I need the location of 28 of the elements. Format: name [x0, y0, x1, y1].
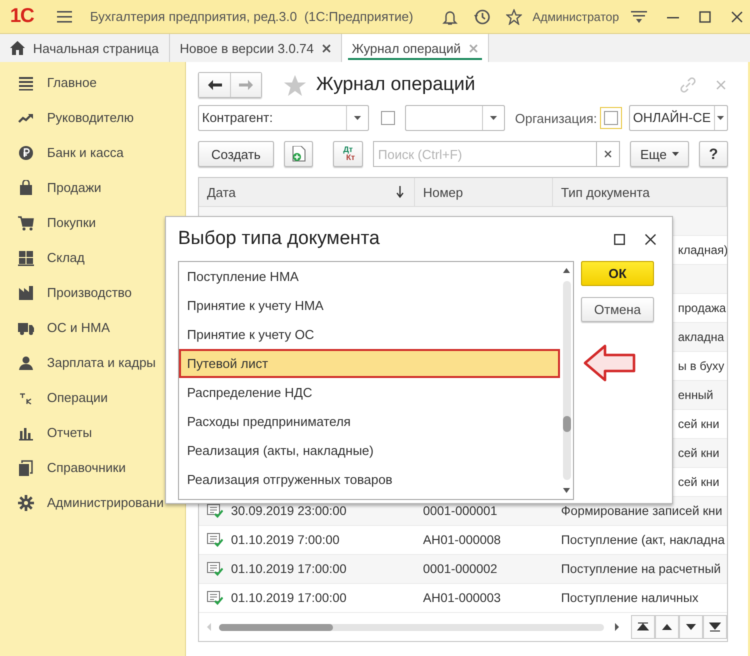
- table-cell: 0001-000002: [423, 562, 498, 576]
- table-cell: сей кни: [678, 475, 720, 489]
- organization-label: Организация:: [515, 110, 598, 126]
- table-cell: акладна: [678, 330, 724, 344]
- table-cell: Поступление наличных: [561, 591, 698, 605]
- table-cell: 01.10.2019 17:00:00: [231, 562, 347, 576]
- table-cell: сей кни: [678, 446, 720, 460]
- table-cell: 30.09.2019 23:00:00: [231, 504, 347, 518]
- table-cell: кладная): [678, 243, 728, 257]
- table-cell: АН01-000008: [423, 533, 501, 547]
- form-title: Журнал операций: [316, 74, 476, 96]
- table-cell: Формирование записей кни: [561, 504, 722, 518]
- tab-label: Начальная страница: [33, 40, 159, 56]
- table-cell: Поступление (акт, накладна: [561, 533, 725, 547]
- table-cell: Поступление на расчетный: [561, 562, 721, 576]
- table-cell: енный: [678, 388, 714, 402]
- table-cell: ы в буху: [678, 359, 724, 373]
- tab-label: Новое в версии 3.0.74: [180, 40, 314, 56]
- window-title: Бухгалтерия предприятия, ред.3.0 (1С:Предприятие): [90, 9, 414, 24]
- app-logo: 1С: [10, 5, 35, 28]
- table-cell: 01.10.2019 7:00:00: [231, 533, 340, 547]
- table-cell: сей кни: [678, 417, 720, 431]
- table-cell: 0001-000001: [423, 504, 498, 518]
- tab-label: Журнал операций: [352, 40, 461, 56]
- dialog-title: Выбор типа документа: [178, 228, 381, 250]
- table-cell: продажа: [678, 301, 726, 315]
- table-cell: 01.10.2019 17:00:00: [231, 591, 347, 605]
- table-cell: АН01-000003: [423, 591, 501, 605]
